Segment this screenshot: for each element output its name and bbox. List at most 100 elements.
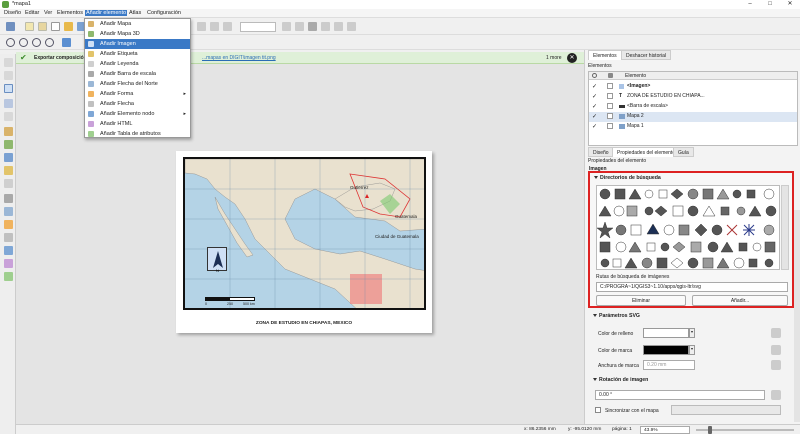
menu-editar[interactable]: Editar [24, 10, 40, 16]
menu-add-attribute-table[interactable]: Añadir Tabla de atributos [85, 129, 190, 139]
path-list[interactable]: C:/PROGRA~1/QGIS3~1.10/apps/qgis-ltr/svg [596, 282, 788, 292]
maximize-icon[interactable]: □ [760, 0, 780, 9]
atlas-print-icon[interactable] [308, 22, 317, 31]
add-label-icon[interactable] [4, 166, 13, 175]
list-item[interactable]: ✓ <Imagen> [589, 82, 797, 92]
zoom-slider-handle[interactable] [708, 426, 712, 434]
atlas-prev-icon[interactable] [223, 22, 232, 31]
atlas-page-combo[interactable] [240, 22, 276, 32]
zoom-combo[interactable]: 43.9% [640, 426, 690, 434]
lock-checkbox[interactable] [607, 113, 613, 119]
add-path-button[interactable]: Añadir... [692, 295, 788, 306]
tab-guia[interactable]: Guía [673, 147, 694, 157]
add-table-icon[interactable] [4, 272, 13, 281]
visible-checkbox[interactable]: ✓ [592, 113, 597, 120]
atlas-icon[interactable] [197, 22, 206, 31]
close-window-icon[interactable]: ✕ [780, 0, 800, 9]
list-item[interactable]: ✓ Mapa 2 [589, 112, 797, 122]
visible-checkbox[interactable]: ✓ [592, 93, 597, 100]
tab-deshacer-historial[interactable]: Deshacer historial [621, 50, 672, 60]
add-map-icon[interactable] [4, 127, 13, 136]
remove-path-button[interactable]: Eliminar [596, 295, 686, 306]
menu-add-html[interactable]: Añadir HTML [85, 119, 190, 129]
menu-add-legend[interactable]: Añadir Leyenda [85, 59, 190, 69]
menu-add-3d-map[interactable]: Añadir Mapa 3D [85, 29, 190, 39]
zoom-actual-icon[interactable] [45, 38, 54, 47]
edit-nodes-icon[interactable] [4, 99, 13, 108]
menu-diseno[interactable]: Diseño [3, 10, 22, 16]
lock-checkbox[interactable] [607, 83, 613, 89]
atlas-next-icon[interactable] [282, 22, 291, 31]
stroke-width-input[interactable]: 0.20 mm [643, 360, 695, 370]
layout-page[interactable]: Gutierrez Guatemala Ciudad de Guatemala … [176, 151, 432, 333]
menu-add-shape[interactable]: Añadir Forma ▸ [85, 89, 190, 99]
atlas-export-image-icon[interactable] [321, 22, 330, 31]
menu-add-map[interactable]: Añadir Mapa [85, 19, 190, 29]
svg-params-header[interactable]: Parámetros SVG [593, 313, 640, 319]
properties-scrollbar[interactable] [794, 210, 800, 422]
zoom-in-icon[interactable] [6, 38, 15, 47]
add-node-icon[interactable] [4, 246, 13, 255]
menu-add-image[interactable]: Añadir Imagen [85, 39, 190, 49]
atlas-last-icon[interactable] [295, 22, 304, 31]
list-item[interactable]: ✓ Mapa 1 [589, 122, 797, 132]
menu-add-label[interactable]: Añadir Etiqueta [85, 49, 190, 59]
tab-elementos[interactable]: Elementos [588, 50, 622, 60]
menu-add-node[interactable]: Añadir Elemento nodo ▸ [85, 109, 190, 119]
menu-anadir-elemento[interactable]: Añadir elemento [85, 10, 128, 16]
directories-header[interactable]: Directorios de búsqueda [594, 175, 661, 181]
menu-ver[interactable]: Ver [43, 10, 53, 16]
stroke-width-data-defined-icon[interactable] [771, 360, 781, 370]
open-template-icon[interactable] [64, 22, 73, 31]
lock-checkbox[interactable] [607, 103, 613, 109]
move-content-icon[interactable] [4, 112, 13, 121]
add-shape-icon[interactable] [4, 220, 13, 229]
sync-map-combo[interactable] [671, 405, 781, 415]
tab-diseno[interactable]: Diseño [588, 147, 614, 157]
visible-checkbox[interactable]: ✓ [592, 103, 597, 110]
menu-add-arrow[interactable]: Añadir Flecha [85, 99, 190, 109]
visible-checkbox[interactable]: ✓ [592, 83, 597, 90]
refresh-icon[interactable] [62, 38, 71, 47]
zoom-out-icon[interactable] [19, 38, 28, 47]
notification-more[interactable]: 1 more [546, 55, 562, 61]
fill-data-defined-icon[interactable] [771, 328, 781, 338]
add-scalebar-icon[interactable] [4, 194, 13, 203]
layout-manager-icon[interactable] [51, 22, 60, 31]
add-legend-icon[interactable] [4, 179, 13, 188]
notification-link[interactable]: ...mapas en DIGIT\imagen tit.png [202, 55, 276, 61]
menu-configuracion[interactable]: Configuración [146, 10, 182, 16]
close-notification-icon[interactable]: ✕ [567, 53, 577, 63]
menu-add-scalebar[interactable]: Añadir Barra de escala [85, 69, 190, 79]
visible-checkbox[interactable]: ✓ [592, 123, 597, 130]
duplicate-icon[interactable] [38, 22, 47, 31]
atlas-settings-icon[interactable] [347, 22, 356, 31]
add-3d-map-icon[interactable] [4, 140, 13, 149]
rotation-data-defined-icon[interactable] [771, 390, 781, 400]
north-arrow-image[interactable]: N [207, 247, 227, 273]
add-image-icon[interactable] [4, 153, 13, 162]
zoom-full-icon[interactable] [32, 38, 41, 47]
menu-add-north-arrow[interactable]: Añadir Flecha del Norte [85, 79, 190, 89]
scale-bar[interactable] [205, 297, 255, 301]
add-arrow-icon[interactable] [4, 233, 13, 242]
sync-map-checkbox[interactable] [595, 407, 601, 413]
svg-symbol-grid[interactable] [596, 185, 780, 270]
add-north-arrow-icon[interactable] [4, 207, 13, 216]
zoom-tool-icon[interactable] [4, 71, 13, 80]
select-tool-icon[interactable] [4, 84, 13, 93]
map-1[interactable]: Gutierrez Guatemala Ciudad de Guatemala … [183, 157, 426, 310]
minimize-icon[interactable]: – [740, 0, 760, 9]
atlas-export-pdf-icon[interactable] [334, 22, 343, 31]
stroke-color-button[interactable] [643, 345, 689, 355]
list-item[interactable]: ✓ <Barra de escala> [589, 102, 797, 112]
add-html-icon[interactable] [4, 259, 13, 268]
tab-propiedades-elemento[interactable]: Propiedades del elemento [612, 147, 681, 157]
stroke-color-dropdown-icon[interactable]: ▾ [689, 345, 695, 355]
stroke-data-defined-icon[interactable] [771, 345, 781, 355]
rotation-input[interactable]: 0.00 ° [595, 390, 765, 400]
new-layout-icon[interactable] [25, 22, 34, 31]
pan-icon[interactable] [4, 58, 13, 67]
lock-checkbox[interactable] [607, 93, 613, 99]
symbol-grid-scrollbar[interactable] [781, 185, 789, 270]
